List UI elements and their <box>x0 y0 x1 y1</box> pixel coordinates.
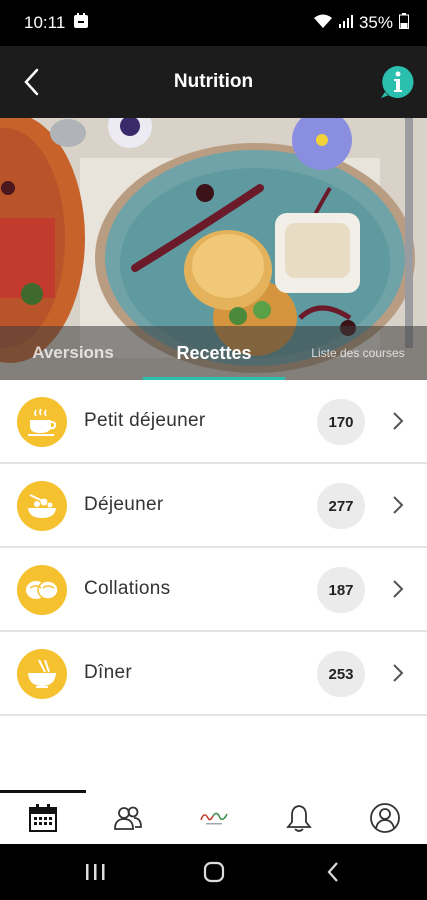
back-icon <box>327 862 338 882</box>
calendar-icon <box>29 804 57 832</box>
logo-icon <box>200 812 228 825</box>
nav-profile[interactable] <box>365 800 405 836</box>
info-icon <box>381 65 414 98</box>
status-bar: 10:11 35% <box>0 0 427 46</box>
chevron-right-icon <box>393 412 404 430</box>
info-button[interactable] <box>379 64 415 100</box>
system-nav-bar <box>0 844 427 900</box>
back-button[interactable] <box>14 64 50 100</box>
nav-community[interactable] <box>108 800 148 836</box>
home-icon <box>203 861 225 883</box>
category-label: Petit déjeuner <box>84 410 206 431</box>
category-label: Dîner <box>84 662 132 683</box>
battery-percent: 35% <box>358 13 393 32</box>
recipe-count-badge: 170 <box>317 399 365 445</box>
recent-apps-icon <box>86 864 105 880</box>
notification-icon <box>73 12 89 34</box>
community-icon <box>114 806 142 830</box>
coffee-cup-icon <box>17 397 67 447</box>
list-item-collations[interactable]: Collations 187 <box>0 548 427 632</box>
status-time: 10:11 <box>24 13 66 32</box>
app-header: Nutrition <box>0 46 427 118</box>
tab-aversions[interactable]: Aversions <box>18 326 128 380</box>
recent-apps-button[interactable] <box>75 858 115 886</box>
system-back-button[interactable] <box>313 858 353 886</box>
tab-recettes[interactable]: Recettes <box>150 326 278 380</box>
lunch-bowl-icon <box>17 481 67 531</box>
chevron-right-icon <box>393 496 404 514</box>
list-item-petit-dejeuner[interactable]: Petit déjeuner 170 <box>0 380 427 464</box>
category-label: Déjeuner <box>84 494 164 515</box>
dinner-bowl-icon <box>17 649 67 699</box>
chevron-right-icon <box>393 664 404 682</box>
nav-home-logo[interactable] <box>194 800 234 836</box>
snack-icon <box>17 565 67 615</box>
chevron-right-icon <box>393 580 404 598</box>
tab-liste-des-courses[interactable]: Liste des courses <box>298 326 418 380</box>
signal-icon <box>338 13 353 33</box>
category-label: Collations <box>84 578 171 599</box>
list-item-diner[interactable]: Dîner 253 <box>0 632 427 716</box>
battery-icon <box>399 12 409 34</box>
recipe-count-badge: 187 <box>317 567 365 613</box>
list-item-dejeuner[interactable]: Déjeuner 277 <box>0 464 427 548</box>
home-button[interactable] <box>194 858 234 886</box>
wifi-icon <box>313 13 333 34</box>
tab-bar: Aversions Recettes Liste des courses <box>0 326 427 380</box>
nav-calendar[interactable] <box>23 800 63 836</box>
bell-icon <box>286 805 312 832</box>
profile-icon <box>370 803 400 833</box>
recipe-count-badge: 277 <box>317 483 365 529</box>
recipe-category-list: Petit déjeuner 170 Déjeuner 277 Collatio… <box>0 380 427 716</box>
active-nav-indicator <box>0 790 86 793</box>
page-title: Nutrition <box>173 71 254 92</box>
hero-image: Aversions Recettes Liste des courses <box>0 118 427 380</box>
back-arrow-icon <box>24 68 39 96</box>
nav-notifications[interactable] <box>279 800 319 836</box>
recipe-count-badge: 253 <box>317 651 365 697</box>
bottom-nav <box>0 790 427 844</box>
